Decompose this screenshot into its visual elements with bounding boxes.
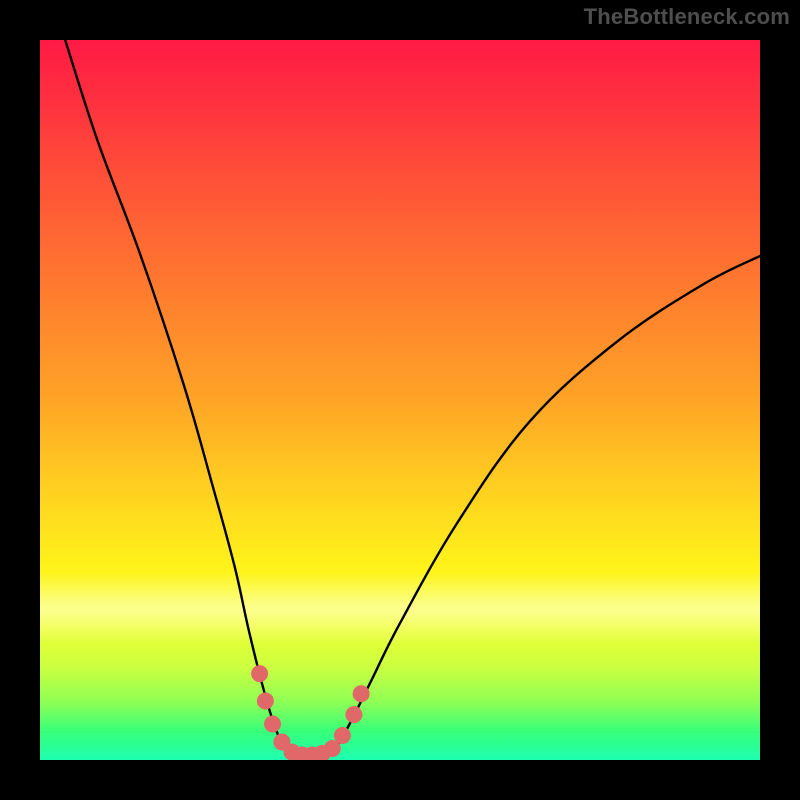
curve-svg	[40, 40, 760, 760]
watermark-label: TheBottleneck.com	[584, 4, 790, 30]
highlight-dot	[345, 706, 362, 723]
highlight-dot	[251, 665, 268, 682]
highlight-dot	[264, 716, 281, 733]
chart-frame: TheBottleneck.com	[0, 0, 800, 800]
highlight-dot	[353, 685, 370, 702]
bottleneck-curve	[65, 40, 760, 755]
plot-area	[40, 40, 760, 760]
highlight-dots	[251, 665, 370, 760]
highlight-dot	[257, 692, 274, 709]
highlight-dot	[334, 727, 351, 744]
